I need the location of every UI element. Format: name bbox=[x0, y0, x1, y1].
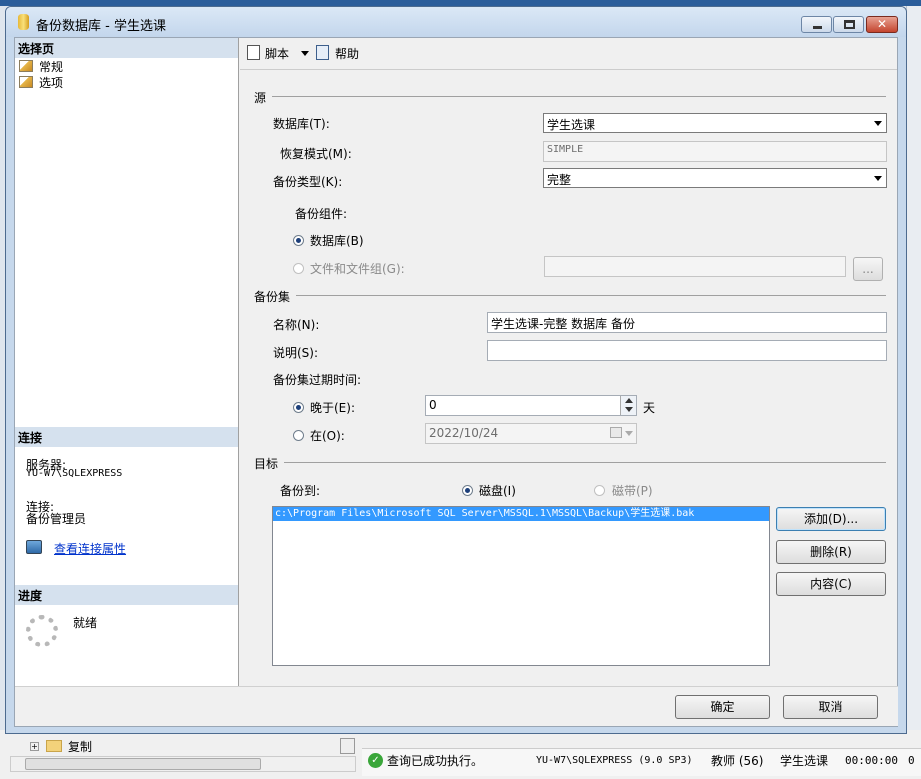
expire-on-label: 在(O): bbox=[310, 429, 345, 443]
expire-on-date-picker[interactable]: 2022/10/24 bbox=[425, 423, 637, 444]
expire-days-stepper[interactable] bbox=[620, 396, 636, 415]
dropdown-button[interactable] bbox=[340, 738, 355, 754]
calendar-icon bbox=[610, 427, 622, 438]
maximize-icon bbox=[844, 20, 855, 29]
status-rows: 0 bbox=[908, 754, 915, 767]
backup-component-label: 备份组件: bbox=[295, 207, 348, 221]
page-item-label: 选项 bbox=[39, 76, 64, 90]
connection-properties-icon bbox=[26, 540, 42, 554]
ok-button[interactable]: 确定 bbox=[675, 695, 770, 719]
destination-group-label: 目标 bbox=[254, 457, 279, 471]
database-select[interactable]: 学生选课 bbox=[543, 113, 887, 133]
view-connection-properties-link[interactable]: 查看连接属性 bbox=[54, 540, 126, 557]
progress-spinner-icon bbox=[26, 615, 58, 647]
minimize-icon bbox=[813, 26, 822, 29]
script-icon bbox=[247, 45, 260, 60]
recovery-model-label: 恢复模式(M): bbox=[280, 147, 352, 161]
status-user: 教师 (56) bbox=[711, 754, 764, 768]
help-label: 帮助 bbox=[335, 47, 360, 61]
connection-value: 备份管理员 bbox=[26, 512, 87, 526]
page-icon bbox=[19, 76, 33, 88]
contents-button[interactable]: 内容(C) bbox=[776, 572, 886, 596]
browse-button[interactable]: ... bbox=[853, 257, 883, 281]
description-input[interactable] bbox=[487, 340, 887, 361]
files-filegroups-field[interactable] bbox=[544, 256, 846, 277]
horizontal-scrollbar[interactable] bbox=[10, 756, 356, 772]
chevron-up-icon[interactable] bbox=[625, 398, 633, 403]
expire-after-input[interactable]: 0 bbox=[425, 395, 637, 416]
days-unit-label: 天 bbox=[643, 401, 656, 415]
component-database-label: 数据库(B) bbox=[310, 234, 364, 248]
minimize-button[interactable] bbox=[801, 16, 832, 33]
close-button[interactable]: ✕ bbox=[866, 16, 898, 33]
progress-header: 进度 bbox=[15, 585, 238, 605]
progress-status: 就绪 bbox=[73, 616, 98, 630]
help-button[interactable]: 帮助 bbox=[316, 44, 376, 62]
database-icon bbox=[18, 14, 29, 30]
remove-button[interactable]: 删除(R) bbox=[776, 540, 886, 564]
backup-type-select-value: 完整 bbox=[547, 173, 572, 187]
expire-on-radio[interactable] bbox=[293, 430, 304, 441]
chevron-down-icon bbox=[874, 176, 882, 181]
folder-icon bbox=[46, 740, 62, 752]
tape-radio[interactable] bbox=[594, 485, 605, 496]
expiration-label: 备份集过期时间: bbox=[273, 373, 362, 387]
destination-list[interactable] bbox=[272, 506, 770, 666]
name-input[interactable]: 学生选课-完整 数据库 备份 bbox=[487, 312, 887, 333]
chevron-down-icon[interactable] bbox=[301, 51, 309, 56]
chevron-down-icon bbox=[874, 121, 882, 126]
expand-icon[interactable]: + bbox=[30, 742, 39, 751]
status-time: 00:00:00 bbox=[845, 754, 898, 767]
name-label: 名称(N): bbox=[273, 318, 320, 332]
status-database: 学生选课 bbox=[780, 754, 829, 768]
tape-label: 磁带(P) bbox=[612, 484, 653, 498]
description-label: 说明(S): bbox=[273, 346, 319, 360]
backup-set-divider bbox=[296, 295, 886, 296]
disk-radio[interactable] bbox=[462, 485, 473, 496]
recovery-model-field: SIMPLE bbox=[543, 141, 887, 162]
destination-divider bbox=[284, 462, 886, 463]
status-message: 查询已成功执行。 bbox=[387, 754, 484, 768]
page-item-label: 常规 bbox=[39, 60, 64, 74]
chevron-down-icon[interactable] bbox=[625, 407, 633, 412]
add-button[interactable]: 添加(D)... bbox=[776, 507, 886, 531]
select-page-header: 选择页 bbox=[15, 38, 238, 58]
cancel-button[interactable]: 取消 bbox=[783, 695, 878, 719]
database-label: 数据库(T): bbox=[273, 117, 330, 131]
backup-to-label: 备份到: bbox=[280, 484, 321, 498]
background-app-edge bbox=[906, 6, 921, 746]
source-group-label: 源 bbox=[254, 91, 267, 105]
status-server: YU-W7\SQLEXPRESS (9.0 SP3) bbox=[536, 755, 693, 766]
page-item-general[interactable]: 常规 bbox=[19, 58, 139, 74]
window-title: 备份数据库 - 学生选课 bbox=[36, 19, 166, 34]
component-database-radio[interactable] bbox=[293, 235, 304, 246]
chevron-down-icon bbox=[625, 431, 633, 436]
backup-type-label: 备份类型(K): bbox=[273, 175, 343, 189]
script-label: 脚本 bbox=[265, 47, 290, 61]
page-icon bbox=[19, 60, 33, 72]
expire-after-radio[interactable] bbox=[293, 402, 304, 413]
script-button[interactable]: 脚本 bbox=[247, 44, 317, 62]
component-files-radio[interactable] bbox=[293, 263, 304, 274]
tree-item-label: 复制 bbox=[68, 740, 93, 754]
close-icon: ✕ bbox=[876, 17, 888, 31]
destination-list-item[interactable]: c:\Program Files\Microsoft SQL Server\MS… bbox=[273, 507, 769, 521]
database-select-value: 学生选课 bbox=[547, 118, 596, 132]
success-icon: ✓ bbox=[368, 753, 383, 768]
maximize-button[interactable] bbox=[833, 16, 864, 33]
page-item-options[interactable]: 选项 bbox=[19, 74, 139, 90]
help-icon bbox=[316, 45, 329, 60]
server-value: YU-W7\SQLEXPRESS bbox=[26, 468, 123, 479]
component-files-label: 文件和文件组(G): bbox=[310, 262, 405, 276]
expire-after-label: 晚于(E): bbox=[310, 401, 355, 415]
backup-set-group-label: 备份集 bbox=[254, 290, 291, 304]
source-divider bbox=[272, 96, 886, 97]
disk-label: 磁盘(I) bbox=[479, 484, 516, 498]
backup-type-select[interactable]: 完整 bbox=[543, 168, 887, 188]
scrollbar-thumb[interactable] bbox=[25, 758, 261, 770]
expire-on-date-value: 2022/10/24 bbox=[429, 426, 499, 440]
connection-header: 连接 bbox=[15, 427, 238, 447]
